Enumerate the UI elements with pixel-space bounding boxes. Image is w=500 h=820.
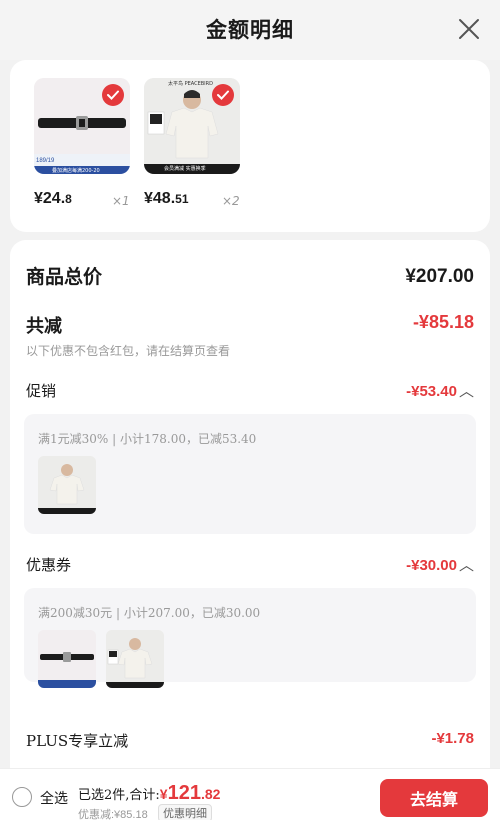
- plus-value: -¥1.78: [431, 730, 474, 747]
- product-quantity: ×1: [112, 194, 130, 208]
- belt-banner-text: 叠加满店每满200-20: [52, 168, 100, 174]
- promo-detail-box: 满1元减30% | 小计178.00，已减53.40: [24, 414, 476, 534]
- coupon-row[interactable]: 优惠券 -¥30.00 ︿: [26, 554, 474, 578]
- chevron-up-icon[interactable]: ︿: [459, 380, 474, 401]
- plus-label: PLUS专享立减: [26, 732, 129, 750]
- total-amount: ¥121.82: [159, 782, 221, 804]
- selected-check-icon[interactable]: [212, 84, 234, 106]
- product-price: ¥24.8: [34, 190, 72, 207]
- price-details-card: 商品总价 ¥207.00 共减 -¥85.18 以下优惠不包含红包，请在结算页查…: [10, 240, 490, 820]
- header: 金额明细: [0, 0, 500, 60]
- checkout-bar: 全选 已选2件,合计:¥121.82 优惠减:¥85.18 优惠明细 去结算: [0, 768, 500, 820]
- select-all-radio[interactable]: [12, 787, 32, 807]
- product-item-shirt[interactable]: 太平鸟 PEACEBIRD 会员满减 实惠换季 ¥48.51 ×2: [144, 78, 240, 208]
- product-thumbnail[interactable]: 太平鸟 PEACEBIRD 会员满减 实惠换季: [144, 78, 240, 174]
- selected-products-card: 189/19 叠加满店每满200-20 ¥24.8 ×1 太平鸟 PEACEBI…: [10, 60, 490, 232]
- promo-product-thumbnail: [38, 456, 96, 514]
- coupon-product-thumbnail-shirt: [106, 630, 164, 688]
- promo-label: 促销: [26, 382, 57, 400]
- total-reduce-row: 共减 -¥85.18: [26, 312, 474, 340]
- total-reduce-value: -¥85.18: [412, 312, 474, 332]
- coupon-description: 满200减30元 | 小计207.00，已减30.00: [38, 606, 261, 620]
- total-reduce-label: 共减: [26, 316, 62, 337]
- selected-check-icon[interactable]: [102, 84, 124, 106]
- belt-badge-text: 189/19: [36, 158, 55, 164]
- total-price-label: 商品总价: [26, 266, 103, 288]
- coupon-label: 优惠券: [26, 556, 72, 574]
- close-icon[interactable]: [458, 18, 480, 40]
- page-title: 金额明细: [206, 17, 294, 42]
- product-item-belt[interactable]: 189/19 叠加满店每满200-20 ¥24.8 ×1: [34, 78, 130, 208]
- plus-row: PLUS专享立减 -¥1.78: [26, 730, 474, 754]
- select-all-label[interactable]: 全选: [40, 788, 68, 808]
- product-thumbnail[interactable]: 189/19 叠加满店每满200-20: [34, 78, 130, 174]
- promo-description: 满1元减30% | 小计178.00，已减53.40: [38, 432, 257, 446]
- discount-note: 以下优惠不包含红包，请在结算页查看: [26, 344, 231, 358]
- shirt-banner-text: 会员满减 实惠换季: [164, 166, 206, 172]
- total-price-row: 商品总价 ¥207.00: [26, 262, 474, 292]
- promo-row[interactable]: 促销 -¥53.40 ︿: [26, 380, 474, 404]
- product-quantity: ×2: [222, 194, 240, 208]
- shirt-brand-text: 太平鸟 PEACEBIRD: [168, 81, 213, 87]
- total-price-value: ¥207.00: [405, 266, 474, 287]
- product-price: ¥48.51: [144, 190, 189, 207]
- coupon-product-thumbnail-belt: [38, 630, 96, 688]
- selection-summary: 已选2件,合计:¥121.82: [78, 782, 221, 804]
- checkout-button[interactable]: 去结算: [380, 779, 488, 817]
- promo-value: -¥53.40 ︿: [406, 380, 474, 401]
- chevron-up-icon[interactable]: ︿: [459, 554, 474, 575]
- discount-summary: 优惠减:¥85.18: [78, 809, 148, 820]
- coupon-value: -¥30.00 ︿: [406, 554, 474, 575]
- coupon-detail-box: 满200减30元 | 小计207.00，已减30.00: [24, 588, 476, 688]
- discount-detail-button[interactable]: 优惠明细: [158, 804, 212, 820]
